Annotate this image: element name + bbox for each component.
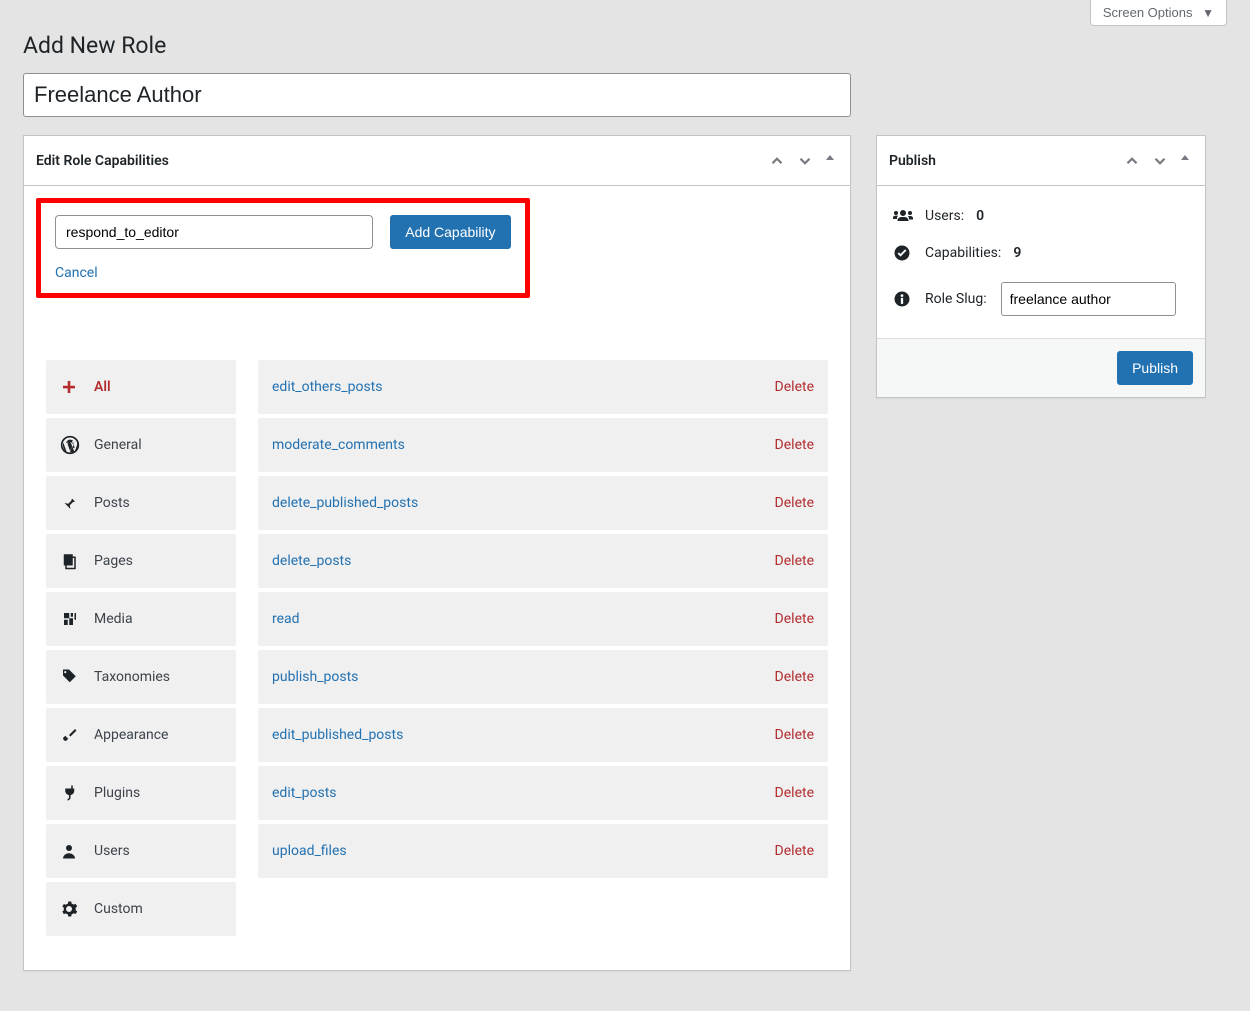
- capability-row: edit_published_posts Delete: [258, 708, 828, 762]
- users-label: Users:: [925, 208, 964, 224]
- category-item-pages[interactable]: Pages: [46, 534, 236, 588]
- capability-input[interactable]: [55, 215, 373, 249]
- capability-row: edit_others_posts Delete: [258, 360, 828, 414]
- capability-name-link[interactable]: read: [272, 611, 300, 627]
- capability-delete-link[interactable]: Delete: [775, 611, 814, 627]
- category-label: Taxonomies: [94, 669, 170, 685]
- pin-icon: [60, 494, 80, 512]
- info-icon: [893, 290, 913, 308]
- add-capability-highlight: Add Capability Cancel: [36, 198, 530, 298]
- category-item-all[interactable]: All: [46, 360, 236, 414]
- role-name-input[interactable]: [23, 73, 851, 117]
- category-label: Pages: [94, 553, 133, 569]
- capability-name-link[interactable]: edit_others_posts: [272, 379, 382, 395]
- capability-name-link[interactable]: delete_posts: [272, 553, 351, 569]
- role-slug-label: Role Slug:: [925, 291, 987, 307]
- category-item-taxonomies[interactable]: Taxonomies: [46, 650, 236, 704]
- role-slug-input[interactable]: [1001, 282, 1176, 316]
- plus-icon: [60, 378, 80, 396]
- capability-name-link[interactable]: publish_posts: [272, 669, 358, 685]
- screen-options-label: Screen Options: [1103, 5, 1193, 20]
- capabilities-count: 9: [1013, 245, 1021, 261]
- move-down-icon[interactable]: [794, 150, 816, 172]
- publish-box: Publish: [876, 135, 1206, 398]
- capability-delete-link[interactable]: Delete: [775, 437, 814, 453]
- capabilities-label: Capabilities:: [925, 245, 1001, 261]
- wp-icon: [60, 435, 80, 455]
- capability-row: delete_posts Delete: [258, 534, 828, 588]
- category-label: Custom: [94, 901, 143, 917]
- category-item-users[interactable]: Users: [46, 824, 236, 878]
- capability-row: upload_files Delete: [258, 824, 828, 878]
- users-count: 0: [976, 208, 984, 224]
- category-item-general[interactable]: General: [46, 418, 236, 472]
- category-item-appearance[interactable]: Appearance: [46, 708, 236, 762]
- publish-box-title: Publish: [889, 153, 936, 169]
- capability-row: read Delete: [258, 592, 828, 646]
- gear-icon: [60, 900, 80, 918]
- category-label: Plugins: [94, 785, 140, 801]
- category-sidebar: All General Posts Pages Media Taxonomies Appea…: [46, 360, 236, 940]
- capability-delete-link[interactable]: Delete: [775, 495, 814, 511]
- check-circle-icon: [893, 244, 913, 262]
- media-icon: [60, 610, 80, 628]
- category-item-custom[interactable]: Custom: [46, 882, 236, 936]
- category-label: Users: [94, 843, 130, 859]
- capability-delete-link[interactable]: Delete: [775, 553, 814, 569]
- cancel-link[interactable]: Cancel: [55, 265, 511, 281]
- capability-name-link[interactable]: edit_posts: [272, 785, 337, 801]
- add-capability-button[interactable]: Add Capability: [390, 215, 510, 249]
- capability-name-link[interactable]: moderate_comments: [272, 437, 405, 453]
- brush-icon: [60, 726, 80, 744]
- screen-options-button[interactable]: Screen Options ▼: [1090, 0, 1227, 26]
- tag-icon: [60, 668, 80, 686]
- move-up-icon[interactable]: [1121, 150, 1143, 172]
- capability-name-link[interactable]: edit_published_posts: [272, 727, 403, 743]
- category-label: Appearance: [94, 727, 168, 743]
- move-up-icon[interactable]: [766, 150, 788, 172]
- toggle-panel-icon[interactable]: [822, 150, 838, 172]
- category-label: Posts: [94, 495, 130, 511]
- category-label: Media: [94, 611, 133, 627]
- category-item-posts[interactable]: Posts: [46, 476, 236, 530]
- pages-icon: [60, 552, 80, 570]
- edit-capabilities-title: Edit Role Capabilities: [36, 153, 169, 169]
- capability-delete-link[interactable]: Delete: [775, 669, 814, 685]
- capabilities-list: edit_others_postsDeletemoderate_comments…: [258, 360, 828, 940]
- capability-delete-link[interactable]: Delete: [775, 379, 814, 395]
- page-title: Add New Role: [23, 32, 1227, 59]
- capability-row: edit_posts Delete: [258, 766, 828, 820]
- capability-name-link[interactable]: upload_files: [272, 843, 347, 859]
- capability-delete-link[interactable]: Delete: [775, 785, 814, 801]
- capability-row: publish_posts Delete: [258, 650, 828, 704]
- user-icon: [60, 842, 80, 860]
- capability-name-link[interactable]: delete_published_posts: [272, 495, 418, 511]
- plug-icon: [60, 784, 80, 802]
- toggle-panel-icon[interactable]: [1177, 150, 1193, 172]
- publish-button[interactable]: Publish: [1117, 351, 1193, 385]
- edit-capabilities-box: Edit Role Capabilities: [23, 135, 851, 971]
- users-icon: [893, 208, 913, 224]
- category-item-media[interactable]: Media: [46, 592, 236, 646]
- capability-delete-link[interactable]: Delete: [775, 843, 814, 859]
- move-down-icon[interactable]: [1149, 150, 1171, 172]
- category-label: All: [94, 379, 111, 395]
- category-label: General: [94, 437, 142, 453]
- chevron-down-icon: ▼: [1202, 6, 1214, 20]
- capability-row: moderate_comments Delete: [258, 418, 828, 472]
- category-item-plugins[interactable]: Plugins: [46, 766, 236, 820]
- capability-row: delete_published_posts Delete: [258, 476, 828, 530]
- capability-delete-link[interactable]: Delete: [775, 727, 814, 743]
